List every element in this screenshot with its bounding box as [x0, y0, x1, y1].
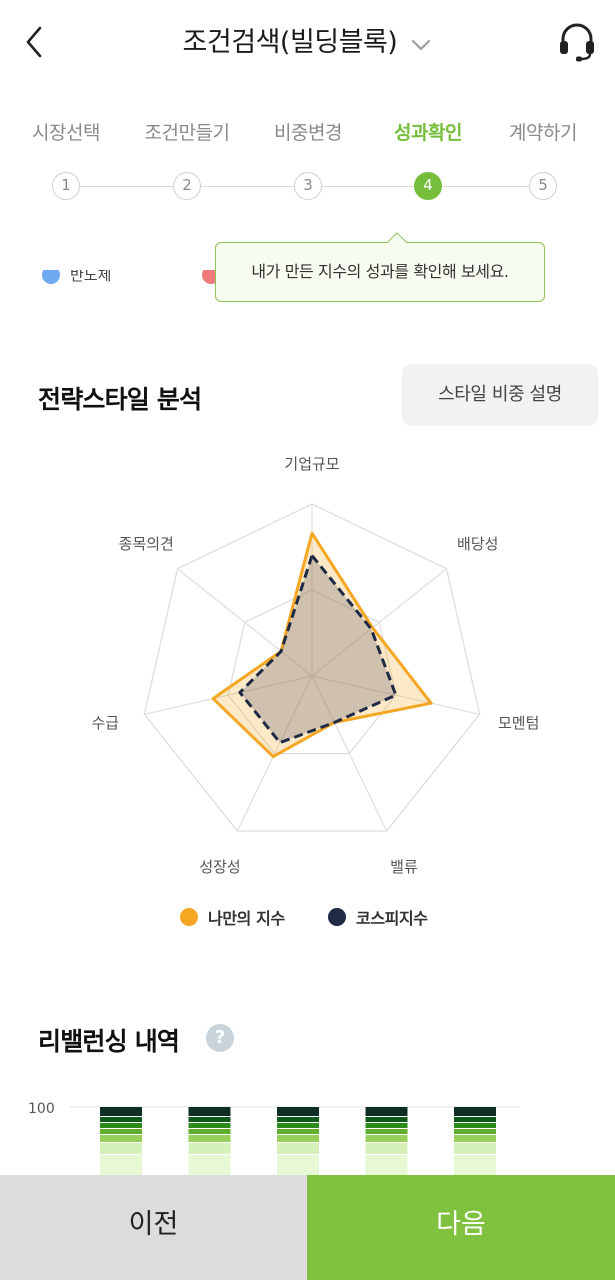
step-connector	[443, 186, 539, 187]
tooltip-text: 내가 만든 지수의 성과를 확인해 보세요.	[251, 262, 509, 281]
step-label: 계약하기	[509, 122, 577, 144]
next-button[interactable]: 다음	[307, 1175, 615, 1280]
headset-icon	[560, 23, 594, 62]
step-number: 1	[52, 172, 80, 200]
step-number: 3	[294, 172, 322, 200]
bottom-nav: 이전 다음	[0, 1175, 615, 1280]
rebalancing-section-title: 리밸런싱 내역	[38, 1027, 180, 1056]
rebalancing-bar-segment	[454, 1135, 496, 1142]
rebalancing-bar-segment	[454, 1143, 496, 1154]
rebalancing-bar-segment	[188, 1143, 231, 1154]
rebalancing-bar-segment	[454, 1117, 496, 1122]
rebalancing-bar-segment	[100, 1129, 142, 1134]
hidden-legend-label: 반도체	[70, 270, 112, 284]
rebalancing-bar-segment	[365, 1117, 408, 1122]
rebalancing-bar-segment	[277, 1129, 319, 1134]
rebalancing-chart: 100	[0, 1095, 615, 1194]
step-connector	[80, 186, 176, 187]
step-label: 성과확인	[394, 122, 462, 144]
rebalancing-bar-segment	[454, 1107, 496, 1116]
rebalancing-bar-segment	[100, 1123, 142, 1128]
rebalancing-bar-segment	[277, 1107, 319, 1116]
rebalancing-bar-segment	[365, 1143, 408, 1154]
app-header: 조건검색(빌딩블록)	[0, 0, 615, 84]
rebalancing-bar-segment	[365, 1135, 408, 1142]
step-connector	[322, 186, 418, 187]
radar-axis-label: 종목의견	[119, 535, 174, 553]
rebalancing-bar-segment	[188, 1135, 231, 1142]
step-number: 2	[173, 172, 201, 200]
rebalancing-bar-segment	[100, 1135, 142, 1142]
tooltip-arrow	[387, 232, 407, 252]
rebalancing-bar-segment	[277, 1117, 319, 1122]
step-market-select[interactable]: 시장선택 1	[6, 118, 126, 200]
rebalancing-bar-segment	[100, 1107, 142, 1116]
rebalancing-bar-segment	[100, 1117, 142, 1122]
rebalancing-bar-segment	[454, 1129, 496, 1134]
rebalancing-bar-segment	[365, 1129, 408, 1134]
radar-axis-label: 배당성	[457, 535, 498, 553]
legend-dot	[180, 908, 198, 926]
step-contract[interactable]: 계약하기 5	[483, 118, 603, 200]
radar-axis-label: 밸류	[390, 858, 418, 876]
step-label: 시장선택	[32, 122, 100, 144]
title-dropdown[interactable]: 조건검색(빌딩블록)	[0, 20, 615, 59]
rebalancing-bar-segment	[188, 1107, 231, 1116]
step-number: 4	[414, 172, 442, 200]
chevron-down-icon	[410, 37, 432, 56]
hidden-legend-item: 반도체	[42, 270, 162, 284]
rebalancing-bar-segment	[188, 1117, 231, 1122]
page-title: 조건검색(빌딩블록)	[182, 27, 398, 58]
strategy-section-title: 전략스타일 분석	[38, 385, 202, 414]
rebalancing-bar-segment	[277, 1143, 319, 1154]
progress-steps: 시장선택 1 조건만들기 2 비중변경 3 성과확인 4 계약하기 5	[0, 118, 615, 208]
step-connector	[201, 186, 297, 187]
chart-legend: 나만의 지수 코스피지수	[0, 902, 615, 932]
rebalancing-bar-segment	[100, 1143, 142, 1154]
radar-axis-label: 수급	[92, 714, 120, 732]
y-axis-tick: 100	[28, 1101, 55, 1117]
radar-axis-label: 모멘텀	[498, 714, 539, 732]
legend-label: 나만의 지수	[208, 909, 285, 928]
legend-label: 코스피지수	[356, 909, 428, 928]
step-label: 비중변경	[274, 122, 342, 144]
rebalancing-bar-segment	[277, 1123, 319, 1128]
prev-button[interactable]: 이전	[0, 1175, 307, 1280]
radar-chart: 기업규모배당성모멘텀밸류 성장성 수급 종목의견	[0, 440, 615, 890]
radar-axis-label: 기업규모	[284, 455, 339, 473]
radar-axis-label: 성장성	[199, 858, 240, 876]
rebalancing-bar-segment	[365, 1123, 408, 1128]
question-mark-icon[interactable]: ?	[206, 1024, 234, 1052]
rebalancing-bar-segment	[454, 1123, 496, 1128]
rebalancing-bar-segment	[188, 1123, 231, 1128]
legend-dot	[42, 270, 60, 284]
step-number: 5	[529, 172, 557, 200]
rebalancing-bar-segment	[365, 1107, 408, 1116]
step-label: 조건만들기	[144, 122, 230, 144]
rebalancing-bar-segment	[277, 1135, 319, 1142]
step-change-weights[interactable]: 비중변경 3	[248, 118, 368, 200]
step-make-conditions[interactable]: 조건만들기 2	[127, 118, 247, 200]
guide-tooltip: 내가 만든 지수의 성과를 확인해 보세요.	[215, 232, 545, 302]
legend-dot	[328, 908, 346, 926]
customer-support-button[interactable]	[557, 20, 597, 62]
style-weight-explain-button[interactable]: 스타일 비중 설명	[402, 364, 598, 426]
rebalancing-bar-segment	[188, 1129, 231, 1134]
step-check-performance[interactable]: 성과확인 4	[368, 118, 488, 200]
